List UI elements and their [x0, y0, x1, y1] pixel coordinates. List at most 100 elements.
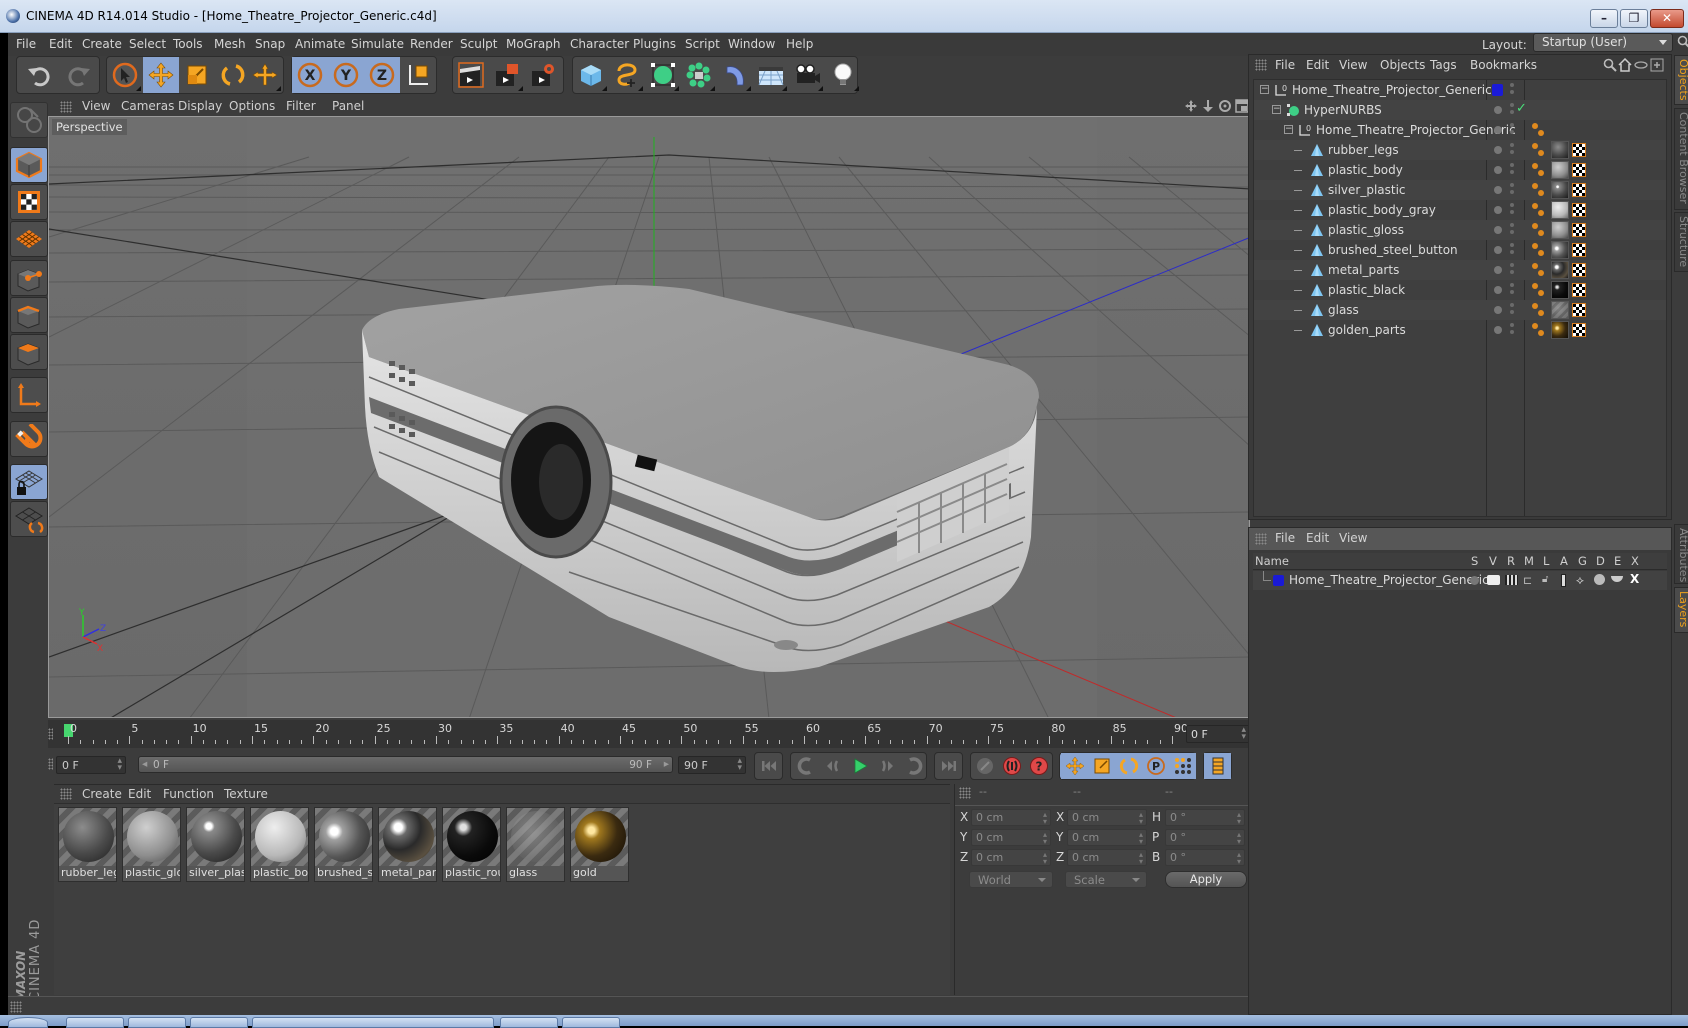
panel-grip[interactable] — [1255, 533, 1267, 545]
step-forward-button[interactable] — [873, 753, 900, 779]
viewport-menu-display[interactable]: Display — [178, 99, 222, 113]
min-time-field[interactable]: 0 F▴▾ — [56, 756, 126, 774]
menu-file[interactable]: File — [16, 37, 36, 51]
render-visibility-dots[interactable] — [1510, 303, 1514, 317]
editor-visibility-dot[interactable] — [1494, 106, 1502, 114]
render-visibility-dots[interactable] — [1510, 283, 1514, 297]
tab-attributes[interactable]: Attributes — [1674, 524, 1688, 584]
column-manager[interactable]: M — [1524, 554, 1534, 568]
axis-mode-button[interactable] — [10, 377, 48, 413]
phong-tag-icon[interactable] — [1532, 182, 1546, 198]
object-name[interactable]: glass — [1328, 303, 1359, 317]
menu-animate[interactable]: Animate — [295, 37, 345, 51]
record-key-button[interactable] — [998, 753, 1025, 779]
render-visibility-dots[interactable] — [1510, 183, 1514, 197]
object-menu-objects[interactable]: Objects — [1380, 58, 1425, 72]
max-time-field[interactable]: 90 F▴▾ — [678, 756, 746, 774]
size-field[interactable]: 0 cm▴▾ — [1067, 809, 1147, 826]
timeline-ruler[interactable]: 051015202530354045505560657075808590 — [48, 720, 1250, 748]
object-menu-bookmarks[interactable]: Bookmarks — [1470, 58, 1537, 72]
material-item[interactable]: gold — [570, 807, 629, 882]
object-row[interactable]: silver_plastic — [1254, 180, 1666, 200]
material-item[interactable]: glass — [506, 807, 565, 882]
size-field[interactable]: 0 cm▴▾ — [1067, 849, 1147, 866]
material-tag-icon[interactable] — [1551, 301, 1569, 319]
editor-visibility-dot[interactable] — [1494, 206, 1502, 214]
material-item[interactable]: silver_plast — [186, 807, 245, 882]
material-menu-edit[interactable]: Edit — [128, 787, 151, 801]
phong-tag-icon[interactable] — [1532, 322, 1546, 338]
object-menu-view[interactable]: View — [1339, 58, 1367, 72]
key-pla-button[interactable] — [1169, 753, 1196, 779]
menu-character[interactable]: Character — [570, 37, 629, 51]
restore-button[interactable]: ❐ — [1620, 9, 1648, 28]
object-name[interactable]: HyperNURBS — [1304, 103, 1382, 117]
panel-grip[interactable] — [60, 788, 72, 800]
enabled-check-icon[interactable]: ✓ — [1516, 101, 1527, 116]
deformer-button[interactable] — [717, 57, 753, 93]
editor-visibility-dot[interactable] — [1494, 286, 1502, 294]
editor-visibility-dot[interactable] — [1494, 126, 1502, 134]
render-visibility-dots[interactable] — [1510, 263, 1514, 277]
uvw-tag-icon[interactable] — [1572, 183, 1586, 197]
material-tag-icon[interactable] — [1551, 261, 1569, 279]
object-menu-edit[interactable]: Edit — [1306, 58, 1329, 72]
material-tag-icon[interactable] — [1551, 181, 1569, 199]
rotation-field[interactable]: 0 °▴▾ — [1165, 809, 1245, 826]
collapse-toggle-icon[interactable]: − — [1260, 85, 1269, 94]
object-row[interactable]: plastic_black — [1254, 280, 1666, 300]
layer-color-icon[interactable] — [1492, 84, 1503, 96]
object-row[interactable]: plastic_body — [1254, 160, 1666, 180]
range-left-arrow-icon[interactable]: ◂ — [142, 758, 147, 770]
editor-visibility-dot[interactable] — [1494, 226, 1502, 234]
position-field[interactable]: 0 cm▴▾ — [971, 849, 1051, 866]
light-button[interactable] — [825, 57, 861, 93]
object-name[interactable]: brushed_steel_button — [1328, 243, 1458, 257]
previous-key-button[interactable] — [792, 753, 819, 779]
menu-window[interactable]: Window — [728, 37, 775, 51]
move-button[interactable] — [143, 57, 179, 93]
apply-button[interactable]: Apply — [1165, 871, 1247, 888]
position-field[interactable]: 0 cm▴▾ — [971, 809, 1051, 826]
key-scale-button[interactable] — [1088, 753, 1115, 779]
panel-grip[interactable] — [959, 787, 971, 799]
column-name[interactable]: Name — [1255, 554, 1289, 568]
visible-eye-icon[interactable] — [1487, 575, 1500, 585]
column-deformers[interactable]: D — [1596, 554, 1605, 568]
maximize-view-icon[interactable] — [1235, 99, 1249, 113]
rotation-field[interactable]: 0 °▴▾ — [1165, 849, 1245, 866]
panel-grip[interactable] — [60, 101, 72, 113]
coordinate-space-dropdown[interactable]: World — [969, 871, 1053, 888]
material-item[interactable]: plastic_boc — [250, 807, 309, 882]
object-name[interactable]: plastic_body — [1328, 163, 1403, 177]
render-visibility-dots[interactable] — [1510, 223, 1514, 237]
solo-toggle[interactable] — [1470, 576, 1479, 585]
phong-tag-icon[interactable] — [1532, 222, 1546, 238]
undo-button[interactable] — [21, 57, 57, 93]
render-visibility-dots[interactable] — [1510, 163, 1514, 177]
key-parameter-button[interactable]: P — [1142, 753, 1169, 779]
uvw-tag-icon[interactable] — [1572, 143, 1586, 157]
object-menu-tags[interactable]: Tags — [1430, 58, 1457, 72]
menu-simulate[interactable]: Simulate — [351, 37, 404, 51]
object-menu-file[interactable]: File — [1275, 58, 1295, 72]
menu-tools[interactable]: Tools — [173, 37, 203, 51]
deformer-icon[interactable] — [1594, 574, 1605, 585]
column-locked[interactable]: L — [1543, 554, 1549, 568]
spinner-icon[interactable]: ▴▾ — [1043, 851, 1047, 865]
keyframe-selection-button[interactable]: ? — [1025, 753, 1052, 779]
object-name[interactable]: Home_Theatre_Projector_Generic — [1316, 123, 1516, 137]
scale-button[interactable] — [179, 57, 215, 93]
key-position-button[interactable] — [1061, 753, 1088, 779]
menu-mograph[interactable]: MoGraph — [506, 37, 561, 51]
taskbar-app-1[interactable] — [66, 1017, 124, 1028]
menu-render[interactable]: Render — [410, 37, 453, 51]
redo-button[interactable] — [61, 57, 97, 93]
material-item[interactable]: metal_parts — [378, 807, 437, 882]
spinner-icon[interactable]: ▴▾ — [1139, 831, 1143, 845]
editor-visibility-dot[interactable] — [1494, 146, 1502, 154]
layer-color-swatch[interactable] — [1273, 575, 1284, 586]
position-field[interactable]: 0 cm▴▾ — [971, 829, 1051, 846]
uvw-tag-icon[interactable] — [1572, 163, 1586, 177]
size-mode-dropdown[interactable]: Scale — [1065, 871, 1147, 888]
